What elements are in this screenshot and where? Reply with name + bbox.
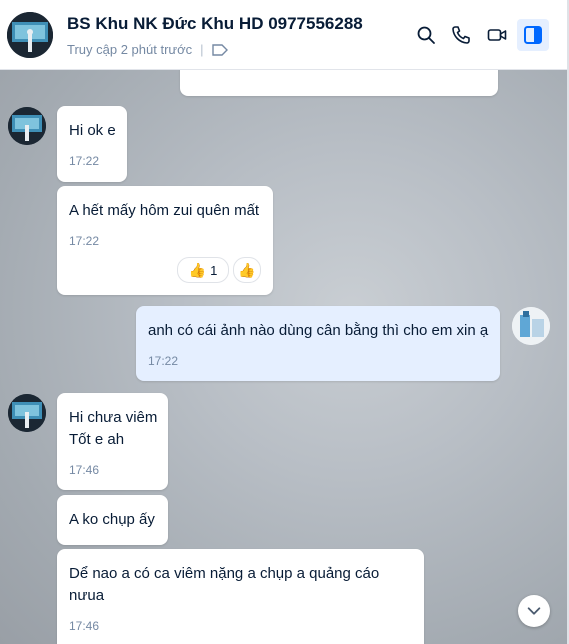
message-text: Hi chưa viêm Tốt e ah xyxy=(69,407,157,451)
contact-avatar-small[interactable] xyxy=(8,107,46,145)
chat-header: BS Khu NK Đức Khu HD 0977556288 Truy cập… xyxy=(0,0,567,70)
voice-call-button[interactable] xyxy=(445,19,477,51)
message-time: 17:22 xyxy=(69,234,100,248)
contact-avatar[interactable] xyxy=(7,12,53,58)
message-text: anh có cái ảnh nào dùng cân bằng thì cho… xyxy=(148,322,489,339)
message-bubble[interactable]: A ko chụp ấy xyxy=(57,495,168,545)
thumbs-up-icon: 👍 xyxy=(238,262,256,278)
contact-avatar-small[interactable] xyxy=(8,394,46,432)
tag-icon[interactable] xyxy=(211,43,228,56)
separator: | xyxy=(200,42,204,57)
message-line: nưua xyxy=(69,587,105,604)
reaction-summary[interactable]: 👍 1 xyxy=(177,257,229,283)
search-icon xyxy=(417,26,435,44)
message-text: A hết mấy hôm zui quên mất xyxy=(69,202,260,219)
thumbs-up-icon: 👍 xyxy=(188,262,207,278)
message-line: Dể nao a có ca viêm nặng a chụp a quảng … xyxy=(69,565,380,582)
video-call-icon xyxy=(487,29,507,41)
message-bubble[interactable]: Hi chưa viêm Tốt e ah 17:46 xyxy=(57,393,168,490)
last-seen-text: Truy cập 2 phút trước xyxy=(67,42,193,57)
message-time: 17:22 xyxy=(69,154,100,168)
reaction-add-button[interactable]: 👍 xyxy=(233,257,261,283)
message-text: A ko chụp ấy xyxy=(69,511,155,528)
message-text: Dể nao a có ca viêm nặng a chụp a quảng … xyxy=(69,563,379,607)
message-line: Hi chưa viêm xyxy=(69,409,158,426)
message-bubble[interactable]: Dể nao a có ca viêm nặng a chụp a quảng … xyxy=(57,549,424,644)
phone-icon xyxy=(452,26,470,44)
message-time: 17:22 xyxy=(148,354,179,368)
message-bubble-partial[interactable]: 👍 1 ❤ xyxy=(180,70,498,96)
my-message-bubble[interactable]: anh có cái ảnh nào dùng cân bằng thì cho… xyxy=(136,306,500,381)
message-time: 17:46 xyxy=(69,463,100,477)
side-panel-icon xyxy=(524,26,542,44)
conversation-info-button[interactable] xyxy=(517,19,549,51)
video-call-button[interactable] xyxy=(481,19,513,51)
last-seen-row: Truy cập 2 phút trước | xyxy=(67,42,228,57)
message-time: 17:46 xyxy=(69,619,100,633)
search-button[interactable] xyxy=(410,19,442,51)
chevron-down-icon xyxy=(527,607,541,615)
my-avatar[interactable] xyxy=(512,307,550,345)
contact-name: BS Khu NK Đức Khu HD 0977556288 xyxy=(67,14,363,33)
reaction-count: 1 xyxy=(210,262,218,278)
chat-area[interactable]: 👍 1 ❤ Hi ok e 17:22 A hết mấy hôm zui qu… xyxy=(0,70,567,644)
message-text: Hi ok e xyxy=(69,122,116,139)
message-bubble[interactable]: A hết mấy hôm zui quên mất 17:22 👍 1 👍 xyxy=(57,186,273,295)
message-bubble[interactable]: Hi ok e 17:22 xyxy=(57,106,127,182)
scroll-to-bottom-button[interactable] xyxy=(518,595,550,627)
message-line: Tốt e ah xyxy=(69,431,125,448)
